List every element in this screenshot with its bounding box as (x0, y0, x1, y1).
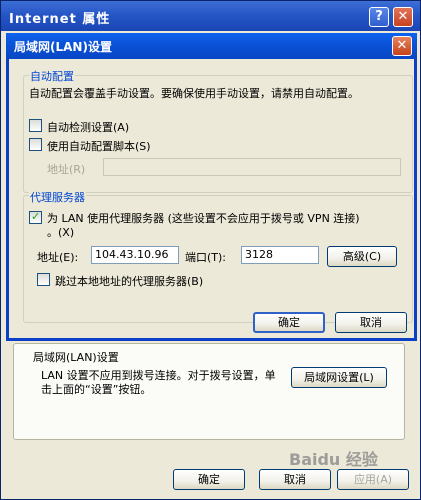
internet-properties-title-bar[interactable]: Internet 属性 ? ✕ (1, 1, 420, 31)
port-input[interactable]: 3128 (241, 246, 319, 264)
use-proxy-checkbox[interactable] (29, 210, 42, 224)
help-icon[interactable]: ? (369, 7, 389, 27)
advanced-button[interactable]: 高级(C) (327, 246, 397, 267)
dialog-title: 局域网(LAN)设置 (14, 40, 112, 54)
use-proxy-label-cont: 。(X) (47, 226, 75, 239)
cancel-button-back[interactable]: 取消 (259, 469, 331, 490)
ok-button-back[interactable]: 确定 (173, 469, 245, 490)
proxy-server-title: 代理服务器 (29, 189, 86, 205)
auto-script-checkbox[interactable] (29, 138, 42, 151)
use-proxy-label: 为 LAN 使用代理服务器 (这些设置不会应用于拨号或 VPN 连接) (47, 212, 360, 225)
baidu-watermark: Baidu 经验 (289, 450, 378, 469)
dialog-close-icon[interactable]: ✕ (392, 36, 412, 56)
lan-settings-dialog: 局域网(LAN)设置 ✕ 自动配置 自动配置会覆盖手动设置。要确保使用手动设置，… (6, 33, 417, 341)
lan-settings-button[interactable]: 局域网设置(L) (291, 367, 387, 388)
ok-button[interactable]: 确定 (253, 312, 325, 333)
script-address-label: 地址(R) (47, 163, 86, 176)
apply-button[interactable]: 应用(A) (337, 469, 409, 490)
proxy-address-label: 地址(E): (37, 251, 79, 264)
window-title: Internet 属性 (9, 12, 111, 27)
close-icon[interactable]: ✕ (393, 7, 413, 27)
lan-description: LAN 设置不应用到拨号连接。对于拨号设置，单击上面的“设置”按钮。 (41, 369, 276, 396)
auto-script-label: 使用自动配置脚本(S) (47, 140, 151, 153)
dialog-title-bar[interactable]: 局域网(LAN)设置 ✕ (6, 33, 417, 59)
bypass-local-label: 跳过本地地址的代理服务器(B) (55, 275, 204, 288)
auto-config-description: 自动配置会覆盖手动设置。要确保使用手动设置，请禁用自动配置。 (29, 87, 359, 100)
proxy-address-input[interactable]: 104.43.10.96 (91, 246, 179, 264)
port-label: 端口(T): (185, 251, 227, 264)
auto-detect-label: 自动检测设置(A) (47, 121, 130, 134)
auto-config-title: 自动配置 (29, 68, 75, 84)
bypass-local-checkbox[interactable] (37, 273, 50, 286)
auto-detect-checkbox[interactable] (29, 119, 42, 132)
lan-group-title: 局域网(LAN)设置 (33, 351, 119, 364)
cancel-button[interactable]: 取消 (335, 312, 407, 333)
script-address-input[interactable] (103, 158, 401, 176)
